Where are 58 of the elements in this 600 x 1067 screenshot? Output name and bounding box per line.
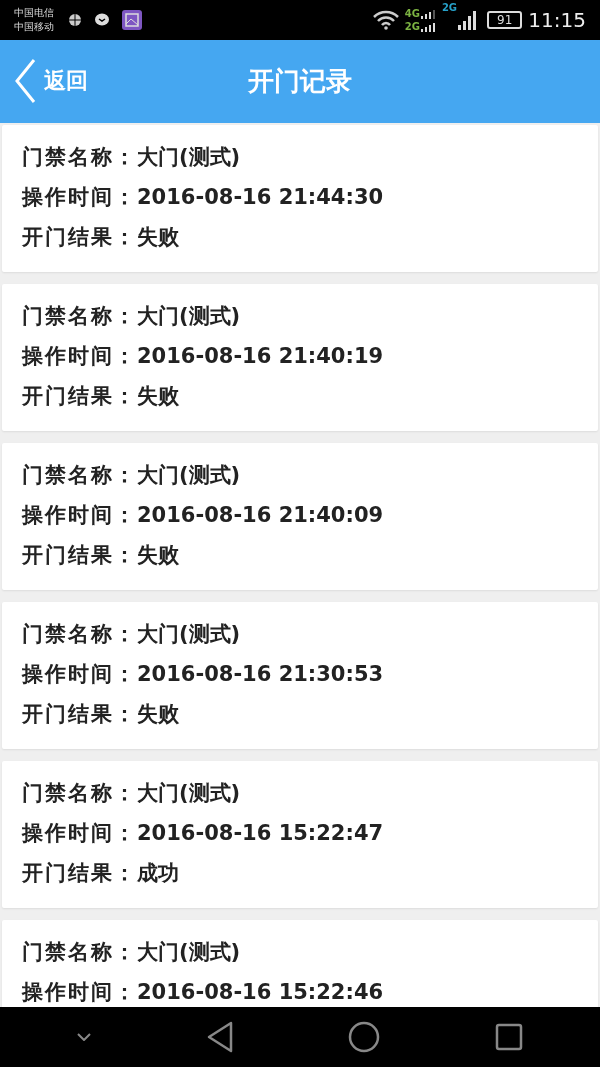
- field-label: 操作时间：: [22, 344, 137, 368]
- back-chevron-icon: [14, 58, 36, 104]
- field-label: 操作时间：: [22, 662, 137, 686]
- field-value: 大门(测式): [137, 463, 241, 487]
- field-label: 开门结果：: [22, 543, 137, 567]
- field-label: 开门结果：: [22, 225, 137, 249]
- field-label: 门禁名称：: [22, 304, 137, 328]
- field-value: 2016-08-16 21:30:53: [137, 662, 384, 686]
- signal-icon: [457, 9, 478, 31]
- carrier-name: 中国移动: [14, 20, 54, 34]
- field-value: 大门(测式): [137, 622, 241, 646]
- field-label: 门禁名称：: [22, 781, 137, 805]
- field-label: 开门结果：: [22, 702, 137, 726]
- gallery-icon: [122, 10, 142, 30]
- home-circle-icon: [348, 1021, 381, 1053]
- chat-bubble-icon: [94, 13, 110, 27]
- record-card[interactable]: 门禁名称：大门(测式) 操作时间：2016-08-16 21:40:09 开门结果：失败: [2, 443, 598, 590]
- field-label: 门禁名称：: [22, 940, 137, 964]
- network-label: 2G: [404, 20, 420, 33]
- chevron-down-icon: [77, 1033, 92, 1041]
- record-card[interactable]: 门禁名称：大门(测式) 操作时间：2016-08-16 15:22:47 开门结果：成功: [2, 761, 598, 908]
- field-value: 2016-08-16 21:44:30: [137, 185, 384, 209]
- field-label: 操作时间：: [22, 980, 137, 1004]
- field-value: 失败: [137, 384, 179, 408]
- record-card[interactable]: 门禁名称：大门(测式) 操作时间：2016-08-16 21:30:53 开门结果：失败: [2, 602, 598, 749]
- carrier-name: 中国电信: [14, 6, 54, 20]
- field-value: 2016-08-16 15:22:46: [137, 980, 384, 1004]
- field-value: 大门(测式): [137, 940, 241, 964]
- page-title: 开门记录: [248, 65, 352, 98]
- field-value: 2016-08-16 21:40:19: [137, 344, 384, 368]
- field-label: 门禁名称：: [22, 463, 137, 487]
- field-value: 大门(测式): [137, 145, 241, 169]
- field-label: 开门结果：: [22, 861, 137, 885]
- field-label: 开门结果：: [22, 384, 137, 408]
- battery-indicator: 91: [487, 11, 523, 29]
- clock-time: 11:15: [528, 8, 586, 32]
- wifi-icon: [372, 10, 399, 30]
- field-value: 失败: [137, 702, 179, 726]
- field-value: 大门(测式): [137, 304, 241, 328]
- record-card[interactable]: 门禁名称：大门(测式) 操作时间：2016-08-16 21:44:30 开门结果：失败: [2, 125, 598, 272]
- record-card[interactable]: 门禁名称：大门(测式) 操作时间：2016-08-16 21:40:19 开门结果：失败: [2, 284, 598, 431]
- field-value: 大门(测式): [137, 781, 241, 805]
- recents-square-icon: [494, 1023, 523, 1051]
- signal-icon: [419, 7, 436, 33]
- field-label: 操作时间：: [22, 821, 137, 845]
- field-value: 2016-08-16 21:40:09: [137, 503, 384, 527]
- network-label: 2G: [441, 2, 458, 13]
- field-label: 操作时间：: [22, 185, 137, 209]
- field-value: 失败: [137, 225, 179, 249]
- field-label: 门禁名称：: [22, 622, 137, 646]
- record-card[interactable]: 门禁名称：大门(测式) 操作时间：2016-08-16 15:22:46: [2, 920, 598, 1007]
- field-label: 门禁名称：: [22, 145, 137, 169]
- field-value: 2016-08-16 15:22:47: [137, 821, 384, 845]
- field-value: 成功: [137, 861, 179, 885]
- network-label: 4G: [404, 7, 420, 20]
- field-label: 操作时间：: [22, 503, 137, 527]
- back-triangle-icon: [205, 1021, 234, 1053]
- field-value: 失败: [137, 543, 179, 567]
